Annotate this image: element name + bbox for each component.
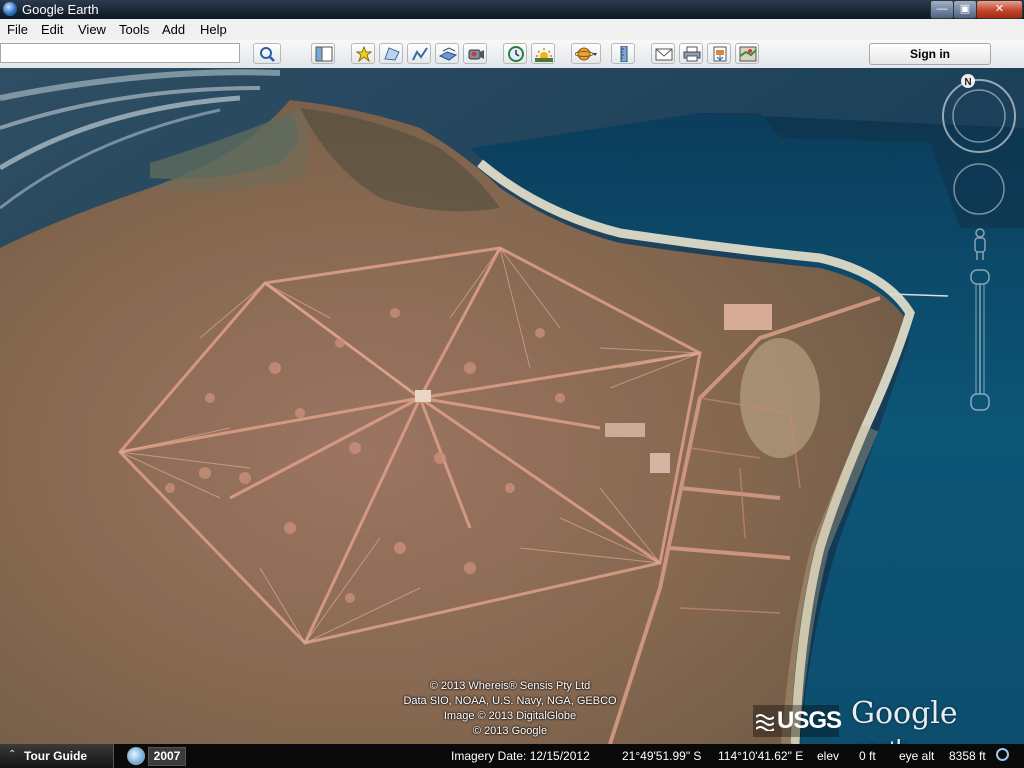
chevron-up-icon: ⌃ (8, 749, 17, 760)
longitude-readout: 114°10'41.62" E (718, 749, 804, 763)
record-tour-button[interactable] (463, 43, 487, 64)
planet-icon (575, 47, 597, 61)
imagery-date: Imagery Date: 12/15/2012 (451, 749, 590, 763)
menu-add[interactable]: Add (162, 22, 185, 37)
usgs-logo: USGS (753, 705, 842, 737)
record-tour-icon (468, 49, 484, 60)
ruler-button[interactable] (611, 43, 635, 64)
switch-planet-button[interactable] (571, 43, 601, 64)
attribution-line: Image © 2013 DigitalGlobe (443, 710, 577, 722)
menu-bar: File Edit View Tools Add Help (0, 19, 1024, 41)
search-button[interactable] (253, 43, 281, 64)
logo-google: Google (851, 696, 958, 731)
add-placemark-button[interactable] (351, 43, 375, 64)
add-path-button[interactable] (407, 43, 431, 64)
overlay-icon (439, 47, 457, 61)
north-label: N (964, 77, 971, 88)
print-icon (683, 46, 701, 62)
status-bar: ⌃ Tour Guide 2007 Imagery Date: 12/15/20… (0, 744, 1024, 768)
eye-alt-value: 8358 ft (949, 749, 986, 763)
minimize-button[interactable]: — (930, 0, 954, 19)
navigation-controls: N (942, 74, 1016, 411)
latitude-readout: 21°49'51.99" S (622, 749, 702, 763)
attribution-line: Data SIO, NOAA, U.S. Navy, NGA, GEBCO (403, 695, 617, 707)
attribution-line: © 2013 Google (472, 725, 548, 737)
sunlight-button[interactable] (531, 43, 555, 64)
menu-edit[interactable]: Edit (41, 22, 63, 37)
save-image-icon (713, 46, 727, 62)
sidebar-toggle-button[interactable] (311, 43, 335, 64)
email-icon (655, 48, 673, 61)
menu-help[interactable]: Help (200, 22, 227, 37)
usgs-wave-icon (756, 714, 774, 731)
move-joystick[interactable] (953, 163, 1005, 215)
imagery-attribution: © 2013 Whereis® Sensis Pty Ltd Data SIO,… (360, 679, 660, 739)
email-button[interactable] (651, 43, 675, 64)
placemark-icon (355, 46, 373, 62)
compass-north-icon[interactable]: N (961, 74, 975, 88)
historical-imagery-button[interactable] (503, 43, 527, 64)
tour-guide-button[interactable]: ⌃ Tour Guide (0, 744, 114, 768)
tour-guide-label: Tour Guide (24, 749, 88, 763)
eye-alt-label: eye alt (899, 749, 935, 763)
elevation-label: elev (817, 749, 840, 763)
polygon-icon (384, 47, 400, 61)
historical-imagery-clock-icon[interactable] (127, 747, 145, 765)
ruler-icon (620, 46, 628, 62)
elevation-value: 0 ft (859, 749, 876, 763)
google-earth-logo: Google earth (851, 696, 1024, 744)
sign-in-button[interactable]: Sign in (869, 43, 991, 65)
window-title-bar: Google Earth — ▣ ✕ (0, 0, 1024, 19)
attribution-line: © 2013 Whereis® Sensis Pty Ltd (429, 680, 591, 692)
toolbar: Sign in (0, 40, 1024, 69)
path-icon (412, 47, 428, 61)
maximize-button[interactable]: ▣ (953, 0, 977, 19)
save-image-button[interactable] (707, 43, 731, 64)
map-viewport[interactable]: N © 2013 Whereis® Sensis Pty Ltd Data SI… (0, 68, 1024, 744)
usgs-label: USGS (777, 707, 842, 734)
look-joystick[interactable] (942, 79, 1016, 153)
window-title: Google Earth (22, 2, 99, 17)
menu-tools[interactable]: Tools (119, 22, 149, 37)
add-image-overlay-button[interactable] (435, 43, 459, 64)
close-button[interactable]: ✕ (976, 0, 1023, 19)
historical-year-badge[interactable]: 2007 (148, 747, 186, 766)
search-input[interactable] (0, 43, 240, 63)
view-in-google-maps-button[interactable] (735, 43, 759, 64)
google-earth-app-icon (3, 2, 17, 16)
print-button[interactable] (679, 43, 703, 64)
add-polygon-button[interactable] (379, 43, 403, 64)
streaming-status-icon (996, 748, 1009, 761)
menu-file[interactable]: File (7, 22, 28, 37)
sidebar-icon (315, 46, 333, 62)
historical-imagery-icon (508, 46, 524, 62)
logo-earth: earth (851, 734, 910, 744)
zoom-slider[interactable] (970, 269, 990, 411)
street-view-pegman-icon[interactable] (974, 228, 986, 260)
sunlight-icon (535, 48, 553, 62)
menu-view[interactable]: View (78, 22, 106, 37)
search-icon (260, 47, 275, 62)
view-in-maps-icon (739, 46, 757, 62)
